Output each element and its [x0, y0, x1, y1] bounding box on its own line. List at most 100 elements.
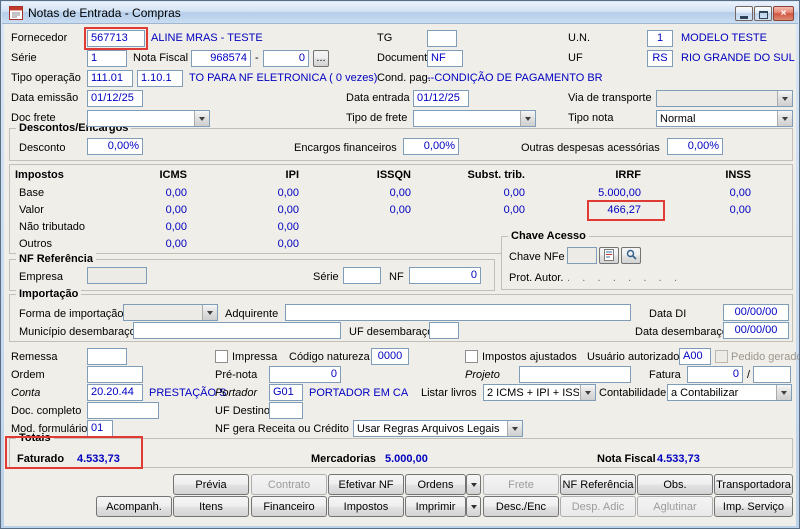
tipo-operacao-field-2[interactable]: 1.10.1	[137, 70, 183, 87]
magnifier-icon	[626, 249, 637, 260]
nf-gera-combo[interactable]: Usar Regras Arquivos Legais	[353, 420, 523, 437]
base-subst-trib: 0,00	[435, 187, 525, 200]
impostos-button[interactable]: Impostos	[328, 496, 404, 517]
chevron-down-icon[interactable]	[776, 385, 791, 400]
mod-formulario-field[interactable]: 01	[87, 420, 113, 437]
portador-label: Portador	[215, 387, 257, 400]
doc-completo-field[interactable]	[87, 402, 159, 419]
ordem-field[interactable]	[87, 366, 143, 383]
obs-button[interactable]: Obs.	[637, 474, 713, 495]
transportadora-button[interactable]: Transportadora	[714, 474, 793, 495]
imp-servico-button[interactable]: Imp. Serviço	[714, 496, 793, 517]
adquirente-label: Adquirente	[225, 308, 278, 321]
doc-frete-combo[interactable]	[87, 110, 210, 127]
frete-button: Frete	[483, 474, 559, 495]
fatura-field-2[interactable]	[753, 366, 791, 383]
importacao-group-title: Importação	[16, 288, 81, 301]
nf-referencia-button[interactable]: NF Referência	[560, 474, 636, 495]
pedido-gerado-label: Pedido gerado	[731, 351, 800, 364]
uf-desembaraco-field[interactable]	[429, 322, 459, 339]
documento-field[interactable]: NF	[427, 50, 463, 67]
uf-field[interactable]: RS	[647, 50, 673, 67]
nota-fiscal-browse-button[interactable]: ...	[313, 50, 329, 67]
impressa-checkbox[interactable]	[215, 350, 228, 363]
impostos-ajustados-checkbox[interactable]	[465, 350, 478, 363]
fatura-field[interactable]: 0	[687, 366, 743, 383]
contabilidade-combo[interactable]: a Contabilizar	[667, 384, 792, 401]
col-header-subst-trib: Subst. trib.	[435, 169, 525, 182]
itens-button[interactable]: Itens	[173, 496, 249, 517]
un-field[interactable]: 1	[647, 30, 673, 47]
pre-nota-field[interactable]: 0	[269, 366, 341, 383]
chevron-down-icon[interactable]	[520, 111, 535, 126]
chevron-down-icon[interactable]	[580, 385, 595, 400]
adquirente-field[interactable]	[285, 304, 631, 321]
close-button[interactable]: ×	[773, 6, 794, 21]
acompanh-button[interactable]: Acompanh.	[96, 496, 172, 517]
serie-label: Série	[11, 52, 37, 65]
portador-desc: PORTADOR EM CA	[309, 387, 408, 400]
maximize-button[interactable]	[754, 6, 772, 21]
imprimir-button[interactable]: Imprimir	[405, 496, 466, 517]
nfref-nf-field[interactable]: 0	[409, 267, 481, 284]
chevron-down-icon[interactable]	[777, 111, 792, 126]
row-label-valor: Valor	[19, 204, 44, 217]
usuario-autorizado-field[interactable]: A00	[679, 348, 711, 365]
tipo-frete-combo[interactable]	[413, 110, 536, 127]
previa-button[interactable]: Prévia	[173, 474, 249, 495]
ordens-button[interactable]: Ordens	[405, 474, 466, 495]
prot-autor-label: Prot. Autor.	[509, 272, 563, 285]
tipo-operacao-label: Tipo operação	[11, 72, 81, 85]
base-ipi: 0,00	[209, 187, 299, 200]
chave-nfe-xml-button[interactable]	[599, 247, 619, 264]
forma-importacao-label: Forma de importação	[19, 308, 124, 321]
data-emissao-field[interactable]: 01/12/25	[87, 90, 143, 107]
tipo-operacao-field-1[interactable]: 111.01	[87, 70, 133, 87]
nota-fiscal-sub-field[interactable]: 0	[263, 50, 309, 67]
municipio-desembaraco-field[interactable]	[133, 322, 341, 339]
fatura-separator: /	[747, 369, 750, 382]
listar-livros-combo[interactable]: 2 ICMS + IPI + ISS	[483, 384, 596, 401]
desc-enc-button[interactable]: Desc./Enc	[483, 496, 559, 517]
data-emissao-label: Data emissão	[11, 92, 78, 105]
data-entrada-label: Data entrada	[346, 92, 410, 105]
mercadorias-value: 5.000,00	[385, 453, 428, 466]
desconto-field[interactable]: 0,00%	[87, 138, 143, 155]
tg-field[interactable]	[427, 30, 457, 47]
usuario-autorizado-label: Usuário autorizado	[587, 351, 679, 364]
forma-importacao-combo[interactable]	[123, 304, 218, 321]
data-entrada-field[interactable]: 01/12/25	[413, 90, 469, 107]
projeto-field[interactable]	[519, 366, 631, 383]
chevron-down-icon[interactable]	[507, 421, 522, 436]
faturado-label: Faturado	[17, 453, 64, 466]
financeiro-button[interactable]: Financeiro	[251, 496, 327, 517]
chevron-down-icon[interactable]	[777, 91, 792, 106]
imprimir-dropdown-button[interactable]	[466, 496, 481, 517]
fornecedor-code-field[interactable]: 567713	[87, 30, 145, 47]
titlebar[interactable]: Notas de Entrada - Compras ×	[2, 2, 798, 24]
codigo-natureza-field[interactable]: 0000	[371, 348, 409, 365]
chevron-down-icon[interactable]	[194, 111, 209, 126]
tipo-nota-combo[interactable]: Normal	[656, 110, 793, 127]
conta-field[interactable]: 20.20.44	[87, 384, 143, 401]
via-transporte-combo[interactable]	[656, 90, 793, 107]
chevron-down-icon[interactable]	[202, 305, 217, 320]
data-desembaraco-field[interactable]: 00/00/00	[723, 322, 789, 339]
nota-fiscal-label: Nota Fiscal	[133, 52, 188, 65]
portador-field[interactable]: G01	[269, 384, 303, 401]
serie-field[interactable]: 1	[87, 50, 127, 67]
nfref-serie-field[interactable]	[343, 267, 381, 284]
chave-nfe-field[interactable]	[567, 247, 597, 264]
minimize-button[interactable]	[735, 6, 753, 21]
chave-nfe-search-button[interactable]	[621, 247, 641, 264]
nota-fiscal-field[interactable]: 968574	[191, 50, 251, 67]
uf-label: UF	[568, 52, 583, 65]
encargos-field[interactable]: 0,00%	[403, 138, 459, 155]
empresa-field[interactable]	[87, 267, 147, 284]
outras-despesas-field[interactable]: 0,00%	[667, 138, 723, 155]
data-di-field[interactable]: 00/00/00	[723, 304, 789, 321]
ordens-dropdown-button[interactable]	[466, 474, 481, 495]
uf-destino-field[interactable]	[269, 402, 303, 419]
efetivar-nf-button[interactable]: Efetivar NF	[328, 474, 404, 495]
remessa-field[interactable]	[87, 348, 127, 365]
